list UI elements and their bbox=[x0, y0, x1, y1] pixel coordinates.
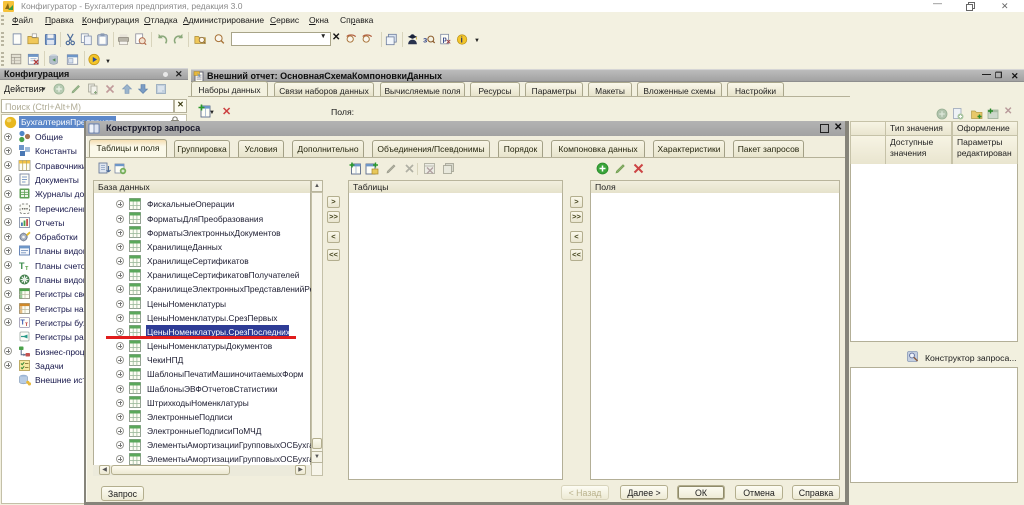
svg-text:т: т bbox=[25, 322, 28, 328]
svg-text:з: з bbox=[423, 35, 428, 45]
svg-text:i: i bbox=[461, 36, 463, 45]
svg-text:р: р bbox=[442, 37, 446, 44]
svg-text:т: т bbox=[25, 265, 29, 272]
